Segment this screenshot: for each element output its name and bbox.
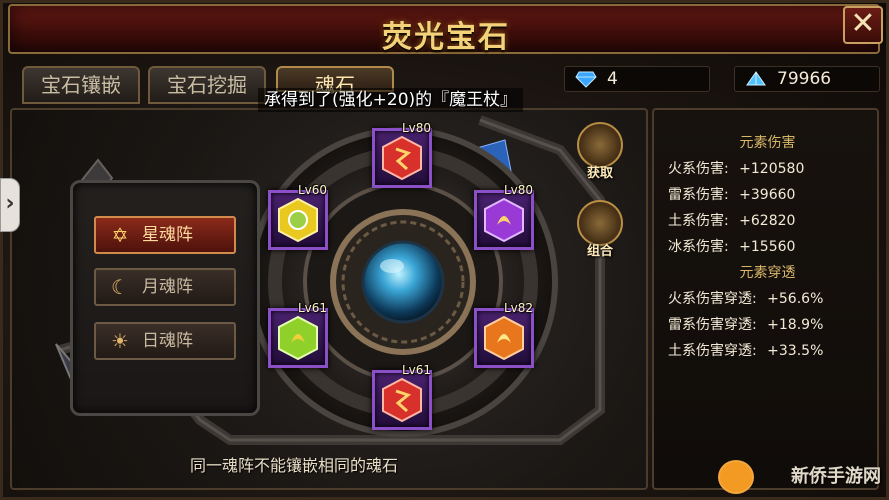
formation-label: 日魂阵	[142, 331, 193, 351]
gem-socket-lower-left[interactable]: Lv61	[268, 301, 328, 368]
yellow-soul-gem-icon	[278, 197, 318, 243]
combine-label: 组合	[586, 244, 613, 259]
gem-level: Lv82	[503, 301, 533, 315]
gem-socket-lower-right[interactable]: Lv82	[474, 301, 534, 368]
formation-moon-button[interactable]: ☾ 月魂阵	[94, 268, 236, 306]
gem-level: Lv80	[401, 121, 431, 135]
watermark-logo-icon	[718, 460, 754, 494]
acquire-button[interactable]: 获取	[574, 122, 626, 184]
orange-soul-gem-icon	[484, 315, 524, 361]
system-notice: 承得到了(强化+20)的『魔王杖』	[258, 88, 524, 112]
gem-socket-upper-left[interactable]: Lv60	[268, 183, 328, 250]
formation-label: 星魂阵	[142, 225, 193, 245]
sun-icon: ☀	[111, 329, 129, 353]
formation-star-button[interactable]: ✡ 星魂阵	[94, 216, 236, 254]
gem-level: Lv61	[401, 363, 431, 377]
formation-label: 月魂阵	[142, 277, 193, 297]
socket-rule-hint: 同一魂阵不能镶嵌相同的魂石	[190, 456, 399, 475]
formation-sun-button[interactable]: ☀ 日魂阵	[94, 322, 236, 360]
purple-soul-gem-icon	[484, 197, 524, 243]
gem-level: Lv61	[297, 301, 327, 315]
green-soul-gem-icon	[278, 315, 318, 361]
gem-socket-bottom[interactable]: Lv61	[372, 363, 432, 430]
watermark-text: 新侨手游网	[791, 466, 881, 487]
star-icon: ✡	[111, 223, 129, 247]
moon-icon: ☾	[111, 275, 129, 299]
gem-level: Lv80	[503, 183, 533, 197]
acquire-label: 获取	[586, 166, 613, 181]
gem-socket-upper-right[interactable]: Lv80	[474, 183, 534, 250]
gem-socket-top[interactable]: Lv80	[372, 121, 432, 188]
expand-side-button[interactable]: ›	[0, 178, 20, 232]
gem-level: Lv60	[297, 183, 327, 197]
red-soul-gem-icon	[382, 135, 422, 181]
red-soul-gem-icon	[382, 377, 422, 423]
watermark: 新侨手游网	[716, 458, 881, 496]
combine-button[interactable]: 组合	[574, 200, 626, 262]
